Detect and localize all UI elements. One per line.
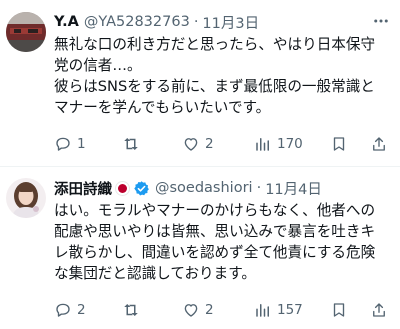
tweet-line: な集団だと認識しております。 bbox=[54, 265, 256, 282]
post-date[interactable]: 11月3日 bbox=[202, 12, 259, 33]
tweet-text: はい。モラルやマナーのかけらもなく、他者への 配慮や思いやりは皆無、思い込みで暴… bbox=[54, 200, 390, 284]
reply-button[interactable]: 2 bbox=[54, 301, 86, 319]
bookmark-button[interactable] bbox=[330, 135, 348, 153]
like-count: 2 bbox=[205, 302, 214, 318]
like-count: 2 bbox=[205, 136, 214, 152]
reply-icon bbox=[56, 303, 70, 317]
avatar[interactable] bbox=[6, 178, 46, 218]
separator-dot: · bbox=[256, 180, 262, 196]
more-icon[interactable] bbox=[372, 12, 390, 34]
tweet-text: 無礼な口の利き方だと思ったら、やはり日本保守 党の信者…。 彼らはSNSをする前… bbox=[54, 34, 390, 118]
tweet[interactable]: 添田詩織 @soedashiori · 11月4日 はい。モラルやマナーのかけら… bbox=[0, 166, 400, 329]
share-button[interactable] bbox=[370, 301, 388, 319]
views-count: 157 bbox=[277, 302, 303, 318]
japan-flag-icon bbox=[118, 183, 127, 193]
reply-button[interactable]: 1 bbox=[54, 135, 86, 153]
views-count: 170 bbox=[277, 136, 303, 152]
reply-count: 1 bbox=[77, 136, 86, 152]
views-icon bbox=[256, 304, 269, 317]
tweet-actions: 2 2 157 bbox=[54, 301, 390, 321]
tweet[interactable]: Y.A @YA52832763 · 11月3日 無礼な口の利き方だと思ったら、や… bbox=[0, 0, 400, 166]
like-icon bbox=[184, 138, 198, 151]
share-button[interactable] bbox=[370, 135, 388, 153]
separator-dot: · bbox=[193, 14, 199, 30]
views-button[interactable]: 170 bbox=[254, 135, 303, 153]
tweet-line: 無礼な口の利き方だと思ったら、やはり日本保守 bbox=[54, 36, 376, 53]
bookmark-icon bbox=[333, 303, 345, 317]
tweet-line: マナーを学んでもらいたいです。 bbox=[54, 99, 271, 116]
bookmark-icon bbox=[333, 137, 345, 151]
tweet-actions: 1 2 170 bbox=[54, 135, 390, 155]
username-handle[interactable]: @soedashiori bbox=[155, 180, 253, 196]
like-button[interactable]: 2 bbox=[182, 301, 214, 319]
views-icon bbox=[256, 138, 269, 151]
retweet-icon bbox=[124, 304, 138, 316]
like-icon bbox=[184, 304, 198, 317]
reply-count: 2 bbox=[77, 302, 86, 318]
display-name[interactable]: 添田詩織 bbox=[54, 178, 112, 199]
bookmark-button[interactable] bbox=[330, 301, 348, 319]
tweet-line: はい。モラルやマナーのかけらもなく、他者への bbox=[54, 202, 376, 219]
tweet-line: 党の信者…。 bbox=[54, 57, 142, 74]
tweet-line: 彼らはSNSをする前に、まず最低限の一般常識と bbox=[54, 78, 375, 95]
retweet-button[interactable] bbox=[122, 135, 145, 153]
share-icon bbox=[373, 137, 385, 151]
views-button[interactable]: 157 bbox=[254, 301, 303, 319]
retweet-icon bbox=[124, 138, 138, 150]
like-button[interactable]: 2 bbox=[182, 135, 214, 153]
tweet-line: 配慮や思いやりは皆無、思い込みで暴言を吐きキ bbox=[54, 223, 376, 240]
post-date[interactable]: 11月4日 bbox=[265, 178, 322, 199]
username-handle[interactable]: @YA52832763 bbox=[84, 14, 190, 30]
tweet-header: Y.A @YA52832763 · 11月3日 bbox=[54, 12, 390, 32]
tweet-line: レ散らかし、間違いを認めず全て他責にする危険 bbox=[54, 244, 376, 261]
avatar[interactable] bbox=[6, 12, 46, 52]
retweet-button[interactable] bbox=[122, 301, 145, 319]
verified-badge-icon[interactable] bbox=[133, 180, 150, 197]
display-name[interactable]: Y.A bbox=[54, 14, 79, 30]
share-icon bbox=[373, 303, 385, 317]
tweet-header: 添田詩織 @soedashiori · 11月4日 bbox=[54, 178, 390, 198]
reply-icon bbox=[56, 137, 70, 151]
